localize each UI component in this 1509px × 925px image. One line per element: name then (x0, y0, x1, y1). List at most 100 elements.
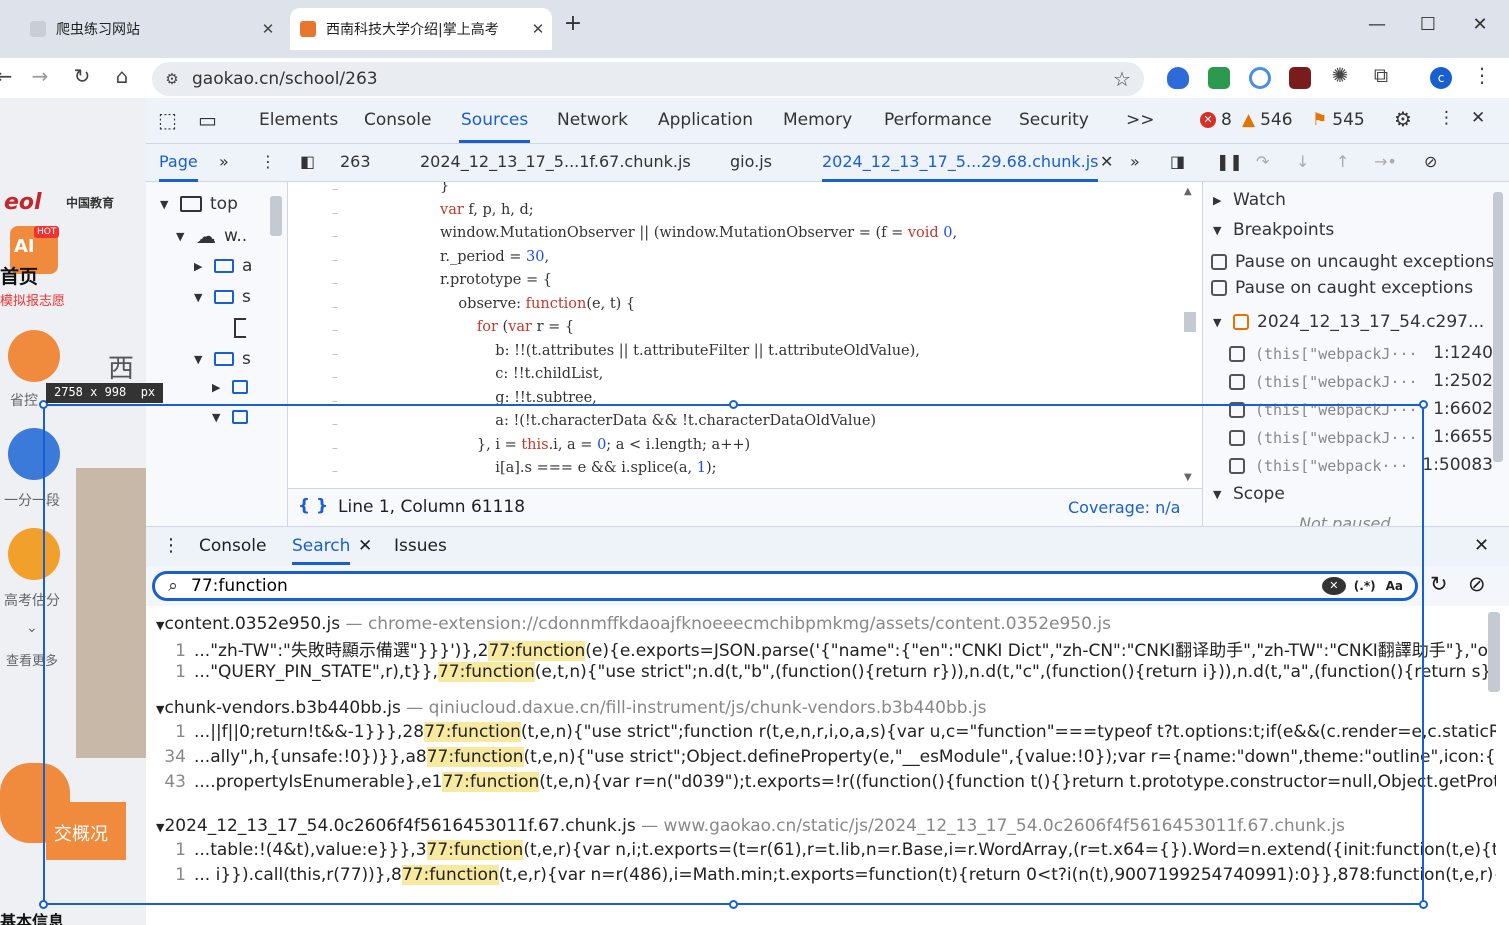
breakpoint-item[interactable]: (this["webpackJ··· 1:6655 (1229, 426, 1499, 450)
line-gutter-marker[interactable]: – (332, 276, 338, 290)
line-gutter-marker[interactable]: – (332, 464, 338, 478)
close-devtools-icon[interactable]: ✕ (1471, 108, 1485, 128)
tab-network[interactable]: Network (557, 110, 628, 130)
deactivate-breakpoints-icon[interactable]: ⊘ (1424, 152, 1437, 171)
site-info-icon[interactable]: ⚙ (152, 70, 192, 88)
tree-node-folder-s2[interactable]: ▼ s (194, 349, 251, 369)
drawer-tab-issues[interactable]: Issues (394, 536, 447, 556)
result-match-row[interactable]: 1 ... i}}).call(this,r(77))},877:function… (146, 865, 1496, 890)
result-file-header[interactable]: ▼chunk-vendors.b3b440bb.js — qiniucloud.… (156, 698, 987, 718)
segment-icon[interactable] (8, 428, 60, 480)
devtools-menu-icon[interactable]: ⋮ (1438, 108, 1455, 128)
step-out-icon[interactable]: ↑ (1336, 152, 1349, 171)
source-tab-chunk-67[interactable]: 2024_12_13_17_5...1f.67.chunk.js (420, 152, 691, 171)
result-match-row[interactable]: 1 ..."QUERY_PIN_STATE",r),t}},77:function… (146, 662, 1496, 687)
line-gutter-marker[interactable]: – (332, 347, 338, 361)
line-gutter-marker[interactable]: – (332, 300, 338, 314)
scroll-down-icon[interactable]: ▼ (1184, 472, 1196, 483)
toggle-debugger-icon[interactable]: ◨ (1170, 152, 1185, 171)
chevron-down-icon[interactable]: ⌄ (26, 620, 38, 636)
tab-console[interactable]: Console (364, 110, 432, 130)
checkbox[interactable] (1211, 280, 1227, 296)
province-icon[interactable] (8, 330, 60, 382)
extension-shield-icon[interactable] (1167, 67, 1189, 89)
tree-node-folder[interactable]: ▼ (212, 410, 248, 424)
url-text[interactable]: gaokao.cn/school/263 (192, 69, 1100, 89)
estimate-icon[interactable] (8, 528, 60, 580)
warning-counter[interactable]: ▲ 546 (1242, 110, 1293, 130)
tab-elements[interactable]: Elements (259, 110, 338, 130)
item-estimate[interactable]: 高考估分 (4, 590, 60, 610)
breakpoint-file[interactable]: ▼ 2024_12_13_17_54.c297... (1213, 312, 1484, 332)
tab-performance[interactable]: Performance (884, 110, 992, 130)
line-gutter-marker[interactable]: – (332, 417, 338, 431)
search-input[interactable] (191, 576, 1322, 596)
tab-memory[interactable]: Memory (783, 110, 852, 130)
pretty-print-icon[interactable]: { } (298, 496, 328, 516)
issues-counter[interactable]: ⚑ 545 (1312, 110, 1365, 130)
clear-results-icon[interactable]: ⊘ (1468, 572, 1486, 596)
line-gutter-marker[interactable]: – (332, 323, 338, 337)
extension-target-icon[interactable] (1249, 67, 1271, 89)
line-gutter-marker[interactable]: – (332, 370, 338, 384)
line-gutter-marker[interactable]: – (332, 441, 338, 455)
breakpoints-section[interactable]: ▼ Breakpoints (1213, 220, 1334, 240)
extension-grid-icon[interactable] (1208, 67, 1230, 89)
maximize-icon[interactable]: ☐ (1413, 14, 1443, 35)
toggle-navigator-icon[interactable]: ◧ (300, 152, 315, 171)
breakpoint-item[interactable]: (this["webpack··· 1:50083 (1229, 454, 1499, 478)
extension-bug-icon[interactable]: ✺ (1326, 63, 1354, 87)
refresh-search-icon[interactable]: ↻ (1430, 572, 1448, 596)
debugger-scrollbar[interactable] (1493, 192, 1503, 462)
overview-button[interactable]: 交概况 (46, 802, 126, 860)
breakpoint-checkbox[interactable] (1229, 346, 1245, 362)
result-match-row[interactable]: 43 ....propertyIsEnumerable},e177:functio… (146, 772, 1496, 797)
navigator-scrollbar[interactable] (270, 196, 282, 236)
item-more[interactable]: 查看更多 (6, 650, 58, 669)
result-match-row[interactable]: 34 ...ally",h,{unsafe:!0})}},a877:functio… (146, 747, 1496, 772)
profile-avatar[interactable]: c (1430, 67, 1452, 89)
browser-tab-1[interactable]: 爬虫练习网站 ✕ (20, 8, 282, 50)
source-tab-263[interactable]: 263 (340, 152, 371, 171)
nav-mock[interactable]: 模拟报志愿 (0, 290, 65, 309)
close-source-tab-icon[interactable]: ✕ (1100, 152, 1113, 171)
breakpoint-checkbox[interactable] (1229, 458, 1245, 474)
results-scrollbar[interactable] (1488, 612, 1500, 692)
watch-section[interactable]: ▶ Watch (1213, 190, 1286, 210)
breakpoint-checkbox[interactable] (1229, 402, 1245, 418)
error-counter[interactable]: ✕ 8 (1200, 110, 1232, 130)
tree-node-folder-s[interactable]: ▼ s (194, 287, 251, 307)
nav-home[interactable]: 首页 (0, 262, 38, 289)
source-tab-gio[interactable]: gio.js (730, 152, 772, 171)
tree-node-folder-a[interactable]: ▶ a (194, 256, 252, 276)
drawer-tab-console[interactable]: Console (199, 536, 267, 556)
site-logo[interactable]: eol (4, 190, 64, 216)
step-over-icon[interactable]: ↷ (1256, 152, 1269, 171)
breakpoint-item[interactable]: (this["webpackJ··· 1:6602 (1229, 398, 1499, 422)
browser-tab-2[interactable]: 西南科技大学介绍|掌上高考 ✕ (290, 8, 552, 50)
regex-toggle[interactable]: (.*) (1354, 579, 1376, 593)
address-bar[interactable]: ⚙ gaokao.cn/school/263 ☆ (152, 62, 1144, 96)
new-tab-button[interactable]: + (558, 11, 588, 36)
result-match-row[interactable]: 1 ...||f||0;return!t&&-1}}},2877:function… (146, 722, 1496, 747)
editor-scrollbar[interactable] (1184, 312, 1196, 332)
breakpoint-item[interactable]: (this["webpackJ··· 1:1240 (1229, 342, 1499, 366)
step-icon[interactable]: →• (1374, 152, 1397, 171)
line-gutter-marker[interactable]: – (332, 206, 338, 220)
line-gutter-marker[interactable]: – (332, 182, 338, 196)
result-file-header[interactable]: ▼2024_12_13_17_54.0c2606f4f5616453011f.6… (156, 816, 1345, 836)
line-gutter-marker[interactable]: – (332, 394, 338, 408)
item-province[interactable]: 省控 (10, 390, 38, 410)
extension-red-icon[interactable] (1289, 67, 1311, 89)
inspect-element-icon[interactable]: ⬚ (158, 108, 177, 132)
breakpoint-item[interactable]: (this["webpackJ··· 1:2502 (1229, 370, 1499, 394)
tree-node-domain[interactable]: ▼ ☁ w.. (176, 224, 247, 248)
breakpoint-checkbox[interactable] (1229, 374, 1245, 390)
tab-application[interactable]: Application (658, 110, 753, 130)
close-window-icon[interactable]: ✕ (1465, 14, 1495, 35)
pause-icon[interactable]: ❚❚ (1216, 152, 1243, 171)
breakpoint-checkbox[interactable] (1229, 430, 1245, 446)
reload-icon[interactable]: ↻ (68, 64, 96, 88)
drawer-menu-icon[interactable]: ⋮ (162, 535, 180, 556)
minimize-icon[interactable]: — (1362, 14, 1392, 35)
